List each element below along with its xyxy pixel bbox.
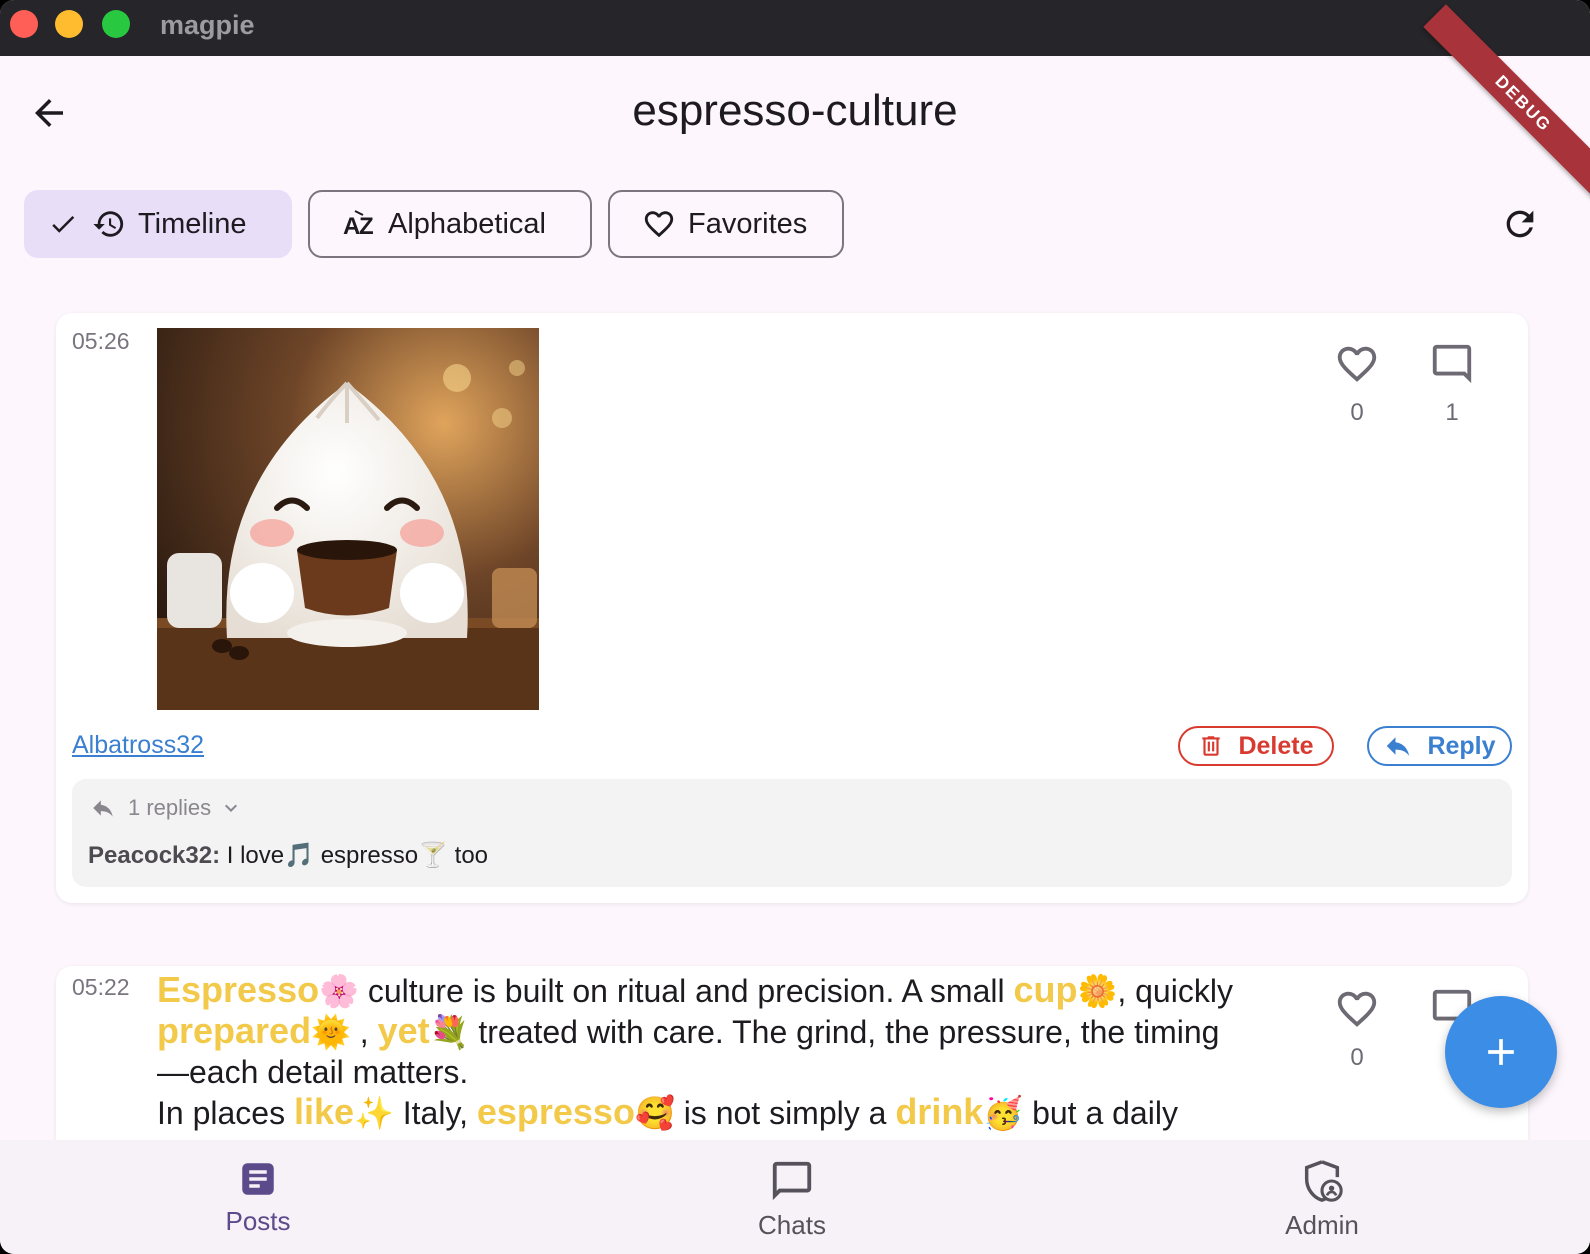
history-icon [93,211,124,237]
filter-chip-alphabetical[interactable]: A Z Alphabetical [308,190,592,258]
emoji: 🌞 [311,1014,351,1050]
nav-label: Admin [1285,1210,1359,1240]
heart-outline-icon [644,211,674,238]
text-run: but a daily [1032,1095,1178,1131]
comment-count: 1 [1445,399,1459,426]
reply-text: I love [226,842,285,869]
like-count: 0 [1350,1044,1364,1071]
app-window: magpie DEBUG espresso-culture Timeline A… [0,0,1590,1254]
nav-label: Chats [758,1210,826,1240]
replies-panel: 1 replies Peacock32: I love🎵 espresso🍸 t… [72,779,1512,887]
author-link[interactable]: Albatross32 [72,731,204,760]
page-title: espresso-culture [632,86,958,135]
highlight-word: cup [1013,969,1078,1010]
refresh-button[interactable] [1500,204,1540,244]
emoji: ✨ [354,1095,394,1131]
sort-az-icon: A Z [343,210,374,240]
filter-chip-label: Timeline [138,207,247,240]
like-count: 0 [1350,399,1364,426]
delete-button[interactable]: Delete [1178,726,1334,766]
music-note-emoji: 🎵 [284,842,315,869]
posts-icon [242,1163,274,1195]
heart-outline-icon[interactable] [1334,986,1380,1032]
window-minimize-button[interactable] [55,10,83,38]
text-run: , quickly [1117,973,1233,1009]
bun-coffee-illustration [157,328,539,710]
emoji: 🥳 [983,1095,1024,1131]
emoji: 🌼 [1077,973,1118,1009]
cocktail-emoji: 🍸 [418,842,448,869]
highlight-word: yet [377,1010,430,1051]
window-maximize-button[interactable] [102,10,130,38]
bottom-navigation: Posts Chats Admin [0,1140,1590,1254]
plus-icon [1488,1039,1514,1065]
delete-label: Delete [1238,731,1314,760]
text-run: is not simply a [683,1095,887,1131]
check-icon [52,215,75,233]
chat-bubble-icon [772,1161,812,1201]
post-text: Espresso🌸 culture is built on ritual and… [157,970,1327,1133]
post-time: 05:26 [72,328,130,354]
filter-chip-label: Alphabetical [388,207,546,240]
post-time: 05:22 [72,974,130,1000]
highlight-word: Espresso [157,969,320,1010]
like-stat: 0 [1327,986,1387,1072]
filter-chip-favorites[interactable]: Favorites [608,190,844,258]
app-bar: espresso-culture [0,56,1590,168]
post-image[interactable] [157,328,539,710]
nav-item-chats[interactable]: Chats [692,1158,892,1241]
text-run: culture is built on ritual and precision… [367,973,1005,1009]
text-run: Italy, [402,1095,468,1131]
highlight-word: espresso [476,1091,635,1132]
emoji: 🥰 [634,1095,675,1131]
new-post-fab[interactable] [1445,996,1557,1108]
reply-icon [93,800,113,817]
trash-icon [1202,736,1221,756]
text-run: treated with care. The grind, the pressu… [478,1014,1220,1050]
nav-item-admin[interactable]: Admin [1222,1158,1422,1241]
highlight-word: drink [895,1091,984,1132]
reply-button[interactable]: Reply [1367,726,1512,766]
emoji: 💐 [429,1014,470,1050]
text-run: —each detail matters. [157,1054,469,1090]
window-close-button[interactable] [10,10,38,38]
highlight-word: prepared [157,1010,312,1051]
reply-text: espresso [320,842,419,869]
reply-text: too [454,842,489,869]
like-stat: 0 [1327,341,1387,427]
text-run: , [359,1014,369,1050]
svg-text:Z: Z [359,213,374,240]
replies-count: 1 replies [128,795,212,820]
post-card: 05:26 0 1 Albatross32 Delete Reply 1 rep… [56,313,1528,903]
comment-stat: 1 [1422,341,1482,427]
refresh-icon [1506,210,1534,238]
nav-label: Posts [225,1206,291,1236]
title-bar: magpie [0,0,1590,56]
nav-item-posts[interactable]: Posts [158,1158,358,1237]
heart-outline-icon[interactable] [1334,341,1380,387]
app-title: magpie [160,10,255,40]
replies-toggle[interactable]: 1 replies [90,791,243,825]
chevron-down-icon [225,804,238,812]
svg-text:A: A [343,213,360,240]
comment-icon[interactable] [1429,341,1475,387]
filter-chip-timeline[interactable]: Timeline [24,190,292,258]
reply-label: Reply [1427,731,1496,760]
admin-shield-icon [1304,1160,1343,1202]
text-run: In places [157,1095,286,1131]
filter-chip-label: Favorites [688,207,808,240]
reply-item: Peacock32: I love🎵 espresso🍸 too [88,841,488,870]
highlight-word: like [293,1091,355,1132]
reply-author: Peacock32: [88,842,221,869]
reply-icon [1387,737,1410,756]
emoji: 🌸 [319,973,359,1009]
